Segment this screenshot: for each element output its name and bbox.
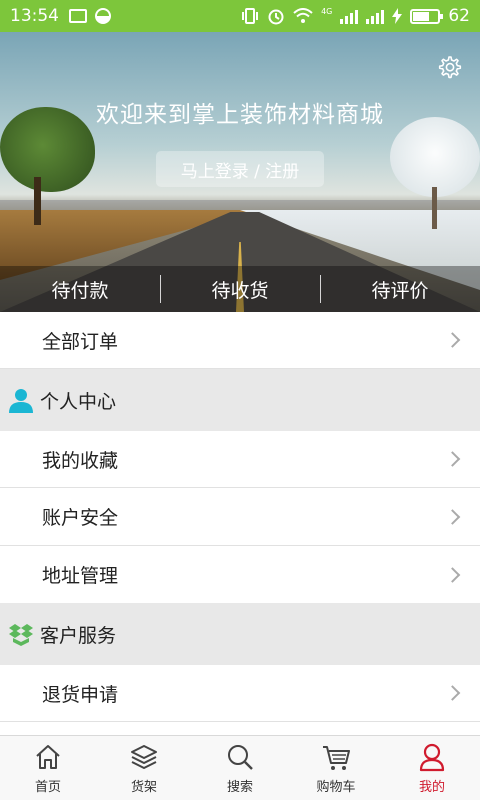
- customer-service-section: 客户服务: [0, 603, 480, 665]
- tab-pending-receipt[interactable]: 待收货: [160, 266, 320, 312]
- nav-search[interactable]: 搜索: [192, 736, 288, 800]
- layers-icon: [131, 745, 157, 769]
- status-time: 13:54: [10, 6, 59, 26]
- profile-header: 欢迎来到掌上装饰材料商城 马上登录 / 注册 待付款 待收货 待评价: [0, 32, 480, 312]
- address-management-label: 地址管理: [42, 565, 119, 587]
- nav-cart-label: 购物车: [316, 780, 356, 795]
- sync-notification-icon: [95, 8, 111, 24]
- nav-shelf[interactable]: 货架: [96, 736, 192, 800]
- nav-mine-label: 我的: [418, 780, 445, 795]
- tab-pending-review[interactable]: 待评价: [320, 266, 480, 312]
- return-request-row[interactable]: 退货申请: [0, 665, 480, 722]
- nav-home-label: 首页: [34, 780, 61, 795]
- nav-mine[interactable]: 我的: [384, 736, 480, 800]
- charging-icon: [392, 8, 403, 24]
- chevron-right-icon: [444, 685, 461, 701]
- account-security-row[interactable]: 账户安全: [0, 488, 480, 546]
- box-icon: [9, 624, 33, 646]
- address-management-row[interactable]: 地址管理: [0, 546, 480, 603]
- person-icon: [9, 389, 33, 413]
- gear-icon[interactable]: [436, 54, 462, 80]
- nav-cart[interactable]: 购物车: [288, 736, 384, 800]
- tab-pending-payment[interactable]: 待付款: [0, 266, 160, 312]
- customer-service-title: 客户服务: [40, 624, 117, 647]
- search-icon: [228, 745, 253, 770]
- vibrate-icon: [242, 8, 259, 24]
- all-orders-label: 全部订单: [42, 330, 119, 353]
- nav-home[interactable]: 首页: [0, 736, 96, 800]
- login-register-button[interactable]: 马上登录 / 注册: [156, 151, 324, 187]
- network-type: 4G: [321, 7, 333, 16]
- nav-shelf-label: 货架: [130, 780, 157, 795]
- return-request-label: 退货申请: [42, 683, 119, 706]
- favorites-label: 我的收藏: [42, 449, 119, 472]
- bottom-navigation: 首页 货架 搜索 购物车 我的: [0, 735, 480, 800]
- personal-center-title: 个人中心: [40, 390, 117, 413]
- account-security-label: 账户安全: [42, 507, 119, 529]
- background-tree-right: [390, 117, 480, 229]
- chevron-right-icon: [444, 508, 461, 525]
- image-notification-icon: [69, 9, 87, 23]
- user-icon: [419, 743, 445, 772]
- personal-center-section: 个人中心: [0, 369, 480, 431]
- battery-icon: [410, 8, 444, 24]
- alarm-icon: [268, 9, 284, 25]
- all-orders-row[interactable]: 全部订单: [0, 312, 480, 369]
- welcome-title: 欢迎来到掌上装饰材料商城: [96, 102, 384, 128]
- battery-level: 62: [448, 6, 470, 26]
- cart-icon: [323, 746, 350, 770]
- chevron-right-icon: [444, 566, 461, 583]
- chevron-right-icon: [444, 451, 461, 467]
- nav-search-label: 搜索: [226, 780, 253, 795]
- favorites-row[interactable]: 我的收藏: [0, 431, 480, 488]
- home-icon: [36, 745, 60, 769]
- wifi-icon: [293, 8, 313, 23]
- signal-icon-2: [366, 8, 385, 24]
- status-bar: 13:54 4G 62: [0, 0, 480, 32]
- chevron-right-icon: [444, 332, 461, 348]
- order-status-tabs: 待付款 待收货 待评价: [0, 266, 480, 312]
- signal-icon: [340, 8, 359, 24]
